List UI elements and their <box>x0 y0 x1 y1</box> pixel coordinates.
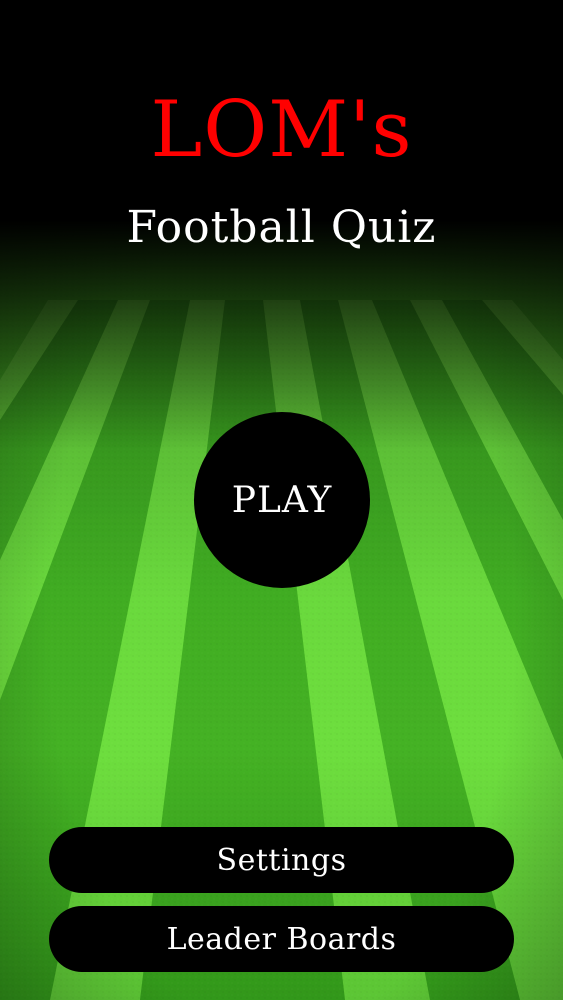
app-subtitle: Football Quiz <box>126 202 437 253</box>
main-menu-screen: LOM's Football Quiz PLAY Settings Leader… <box>0 0 563 1000</box>
app-title: LOM's <box>150 85 413 175</box>
leader-boards-button[interactable]: Leader Boards <box>49 906 514 972</box>
leader-boards-button-label: Leader Boards <box>166 921 397 957</box>
play-button[interactable]: PLAY <box>194 412 370 588</box>
settings-button[interactable]: Settings <box>49 827 514 893</box>
play-button-label: PLAY <box>231 479 333 521</box>
settings-button-label: Settings <box>216 842 347 878</box>
